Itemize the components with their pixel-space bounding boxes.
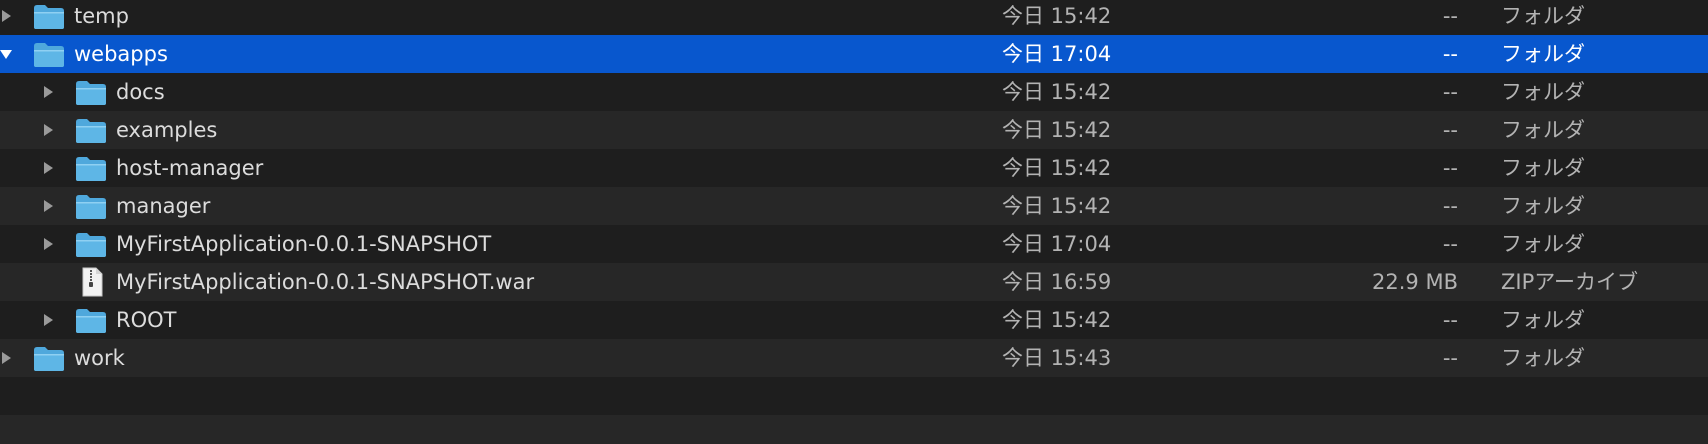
date-modified: 今日 17:04 [1002,42,1112,66]
file-size: -- [1442,308,1458,332]
folder-icon [75,194,107,220]
file-kind: フォルダ [1501,4,1585,28]
file-kind: フォルダ [1501,80,1585,104]
file-size: -- [1442,80,1458,104]
disclosure-collapsed-icon[interactable] [0,351,13,365]
file-row[interactable]: MyFirstApplication-0.0.1-SNAPSHOT.war 今日 … [0,263,1708,301]
date-modified: 今日 16:59 [1002,270,1112,294]
file-name: webapps [74,42,168,66]
file-kind: フォルダ [1501,42,1585,66]
file-name: MyFirstApplication-0.0.1-SNAPSHOT [116,232,492,256]
empty-row [0,377,1708,415]
file-name: docs [116,80,165,104]
file-name: temp [74,4,129,28]
disclosure-expanded-icon[interactable] [0,47,13,61]
disclosure-collapsed-icon[interactable] [41,161,55,175]
folder-icon [33,42,65,68]
disclosure-collapsed-icon[interactable] [41,85,55,99]
file-name: host-manager [116,156,264,180]
folder-icon [33,4,65,30]
file-row[interactable]: webapps 今日 17:04 -- フォルダ [0,35,1708,73]
folder-icon [33,346,65,372]
file-size: -- [1442,4,1458,28]
file-row[interactable]: work 今日 15:43 -- フォルダ [0,339,1708,377]
folder-icon [75,118,107,144]
folder-icon [75,308,107,334]
file-name: ROOT [116,308,177,332]
file-row[interactable]: MyFirstApplication-0.0.1-SNAPSHOT 今日 17:0… [0,225,1708,263]
file-row[interactable]: temp 今日 15:42 -- フォルダ [0,0,1708,35]
file-size: -- [1442,232,1458,256]
file-kind: フォルダ [1501,156,1585,180]
file-row[interactable]: examples 今日 15:42 -- フォルダ [0,111,1708,149]
file-size: -- [1442,42,1458,66]
file-row[interactable]: host-manager 今日 15:42 -- フォルダ [0,149,1708,187]
file-name: examples [116,118,218,142]
file-kind: ZIPアーカイブ [1501,270,1638,294]
file-kind: フォルダ [1501,194,1585,218]
folder-icon [75,80,107,106]
file-kind: フォルダ [1501,232,1585,256]
file-size: 22.9 MB [1372,270,1458,294]
date-modified: 今日 15:42 [1002,118,1112,142]
file-list: temp 今日 15:42 -- フォルダ webapps 今日 17:04 -- フォルダ d… [0,0,1708,444]
file-row[interactable]: manager 今日 15:42 -- フォルダ [0,187,1708,225]
zip-file-icon [75,267,107,297]
date-modified: 今日 15:43 [1002,346,1112,370]
file-row[interactable]: ROOT 今日 15:42 -- フォルダ [0,301,1708,339]
file-row[interactable]: docs 今日 15:42 -- フォルダ [0,73,1708,111]
disclosure-collapsed-icon[interactable] [41,313,55,327]
file-kind: フォルダ [1501,118,1585,142]
disclosure-collapsed-icon[interactable] [41,123,55,137]
empty-row [0,415,1708,444]
file-size: -- [1442,118,1458,142]
file-size: -- [1442,346,1458,370]
folder-icon [75,232,107,258]
disclosure-collapsed-icon[interactable] [41,237,55,251]
folder-icon [75,156,107,182]
file-name: work [74,346,125,370]
date-modified: 今日 15:42 [1002,80,1112,104]
date-modified: 今日 15:42 [1002,4,1112,28]
disclosure-collapsed-icon[interactable] [41,199,55,213]
date-modified: 今日 17:04 [1002,232,1112,256]
date-modified: 今日 15:42 [1002,156,1112,180]
file-name: MyFirstApplication-0.0.1-SNAPSHOT.war [116,270,535,294]
file-size: -- [1442,156,1458,180]
disclosure-collapsed-icon[interactable] [0,9,13,23]
date-modified: 今日 15:42 [1002,194,1112,218]
file-kind: フォルダ [1501,346,1585,370]
file-kind: フォルダ [1501,308,1585,332]
file-name: manager [116,194,211,218]
file-size: -- [1442,194,1458,218]
date-modified: 今日 15:42 [1002,308,1112,332]
